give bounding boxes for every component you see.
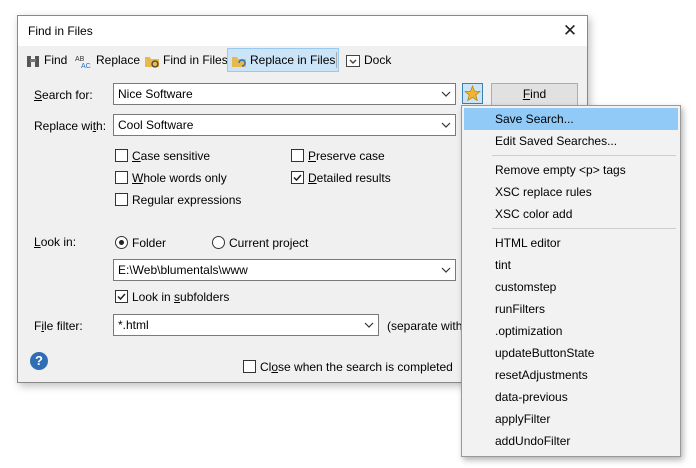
menu-item-customstep[interactable]: customstep bbox=[464, 276, 678, 298]
replace-with-label: Replace with: bbox=[34, 119, 107, 133]
menu-item-addundofilter[interactable]: addUndoFilter bbox=[464, 430, 678, 452]
tab-find[interactable]: Find bbox=[21, 48, 71, 72]
replace-input-value: Cool Software bbox=[118, 118, 194, 132]
toolbar: Find AB AC Replace Find in Files Replace i… bbox=[18, 46, 587, 74]
menu-item-data-previous[interactable]: data-previous bbox=[464, 386, 678, 408]
checkbox-box[interactable] bbox=[291, 149, 304, 162]
chevron-down-icon[interactable] bbox=[440, 263, 452, 277]
checkbox-box[interactable] bbox=[243, 360, 256, 373]
menu-item-updatebuttonstate[interactable]: updateButtonState bbox=[464, 342, 678, 364]
folder-radio[interactable]: Folder bbox=[115, 236, 166, 250]
tab-replace-in-files-label: Replace in Files bbox=[250, 53, 336, 67]
preserve-case-checkbox[interactable]: Preserve case bbox=[291, 149, 385, 163]
tab-replace[interactable]: AB AC Replace bbox=[71, 48, 144, 72]
radio-circle-selected[interactable] bbox=[115, 236, 128, 249]
checkbox-box-checked[interactable] bbox=[291, 171, 304, 184]
detailed-results-checkbox[interactable]: Detailed results bbox=[291, 171, 391, 185]
look-in-label: Look in: bbox=[34, 235, 77, 249]
tab-find-label: Find bbox=[44, 53, 68, 67]
tab-dock-label: Dock bbox=[364, 53, 392, 67]
menu-item-save-search[interactable]: Save Search... bbox=[464, 108, 678, 130]
chevron-down-icon[interactable] bbox=[440, 118, 452, 132]
tab-find-in-files-label: Find in Files bbox=[163, 53, 228, 67]
file-filter-input[interactable]: *.html bbox=[113, 314, 379, 336]
saved-searches-menu: Save Search... Edit Saved Searches... Re… bbox=[461, 105, 681, 457]
folder-replace-icon bbox=[232, 56, 246, 67]
regex-checkbox[interactable]: Regular expressions bbox=[115, 193, 241, 207]
replace-icon: ABAC bbox=[75, 56, 91, 70]
svg-text:AB: AB bbox=[75, 56, 85, 63]
dock-icon bbox=[346, 54, 360, 67]
file-filter-hint: (separate with bbox=[387, 319, 463, 333]
menu-item-runfilters[interactable]: runFilters bbox=[464, 298, 678, 320]
menu-item-optimization[interactable]: .optimization bbox=[464, 320, 678, 342]
tab-find-in-files[interactable]: Find in Files bbox=[140, 48, 232, 72]
checkbox-box-checked[interactable] bbox=[115, 290, 128, 303]
menu-separator bbox=[492, 228, 676, 229]
menu-item-tint[interactable]: tint bbox=[464, 254, 678, 276]
tab-replace-label: Replace bbox=[96, 53, 141, 67]
menu-item-remove-empty-p-tags[interactable]: Remove empty <p> tags bbox=[464, 159, 678, 181]
menu-item-xsc-replace-rules[interactable]: XSC replace rules bbox=[464, 181, 678, 203]
menu-separator bbox=[492, 155, 676, 156]
radio-circle[interactable] bbox=[212, 236, 225, 249]
search-input-value: Nice Software bbox=[118, 87, 193, 101]
chevron-down-icon[interactable] bbox=[363, 318, 375, 332]
look-in-subfolders-checkbox[interactable]: Look in subfolders bbox=[115, 290, 229, 304]
whole-words-checkbox[interactable]: Whole words only bbox=[115, 171, 227, 185]
chevron-down-icon[interactable] bbox=[440, 87, 452, 101]
checkbox-box[interactable] bbox=[115, 149, 128, 162]
svg-text:AC: AC bbox=[81, 63, 91, 69]
saved-searches-button[interactable] bbox=[462, 83, 483, 104]
binoculars-icon bbox=[27, 55, 39, 67]
find-button[interactable]: Find bbox=[491, 83, 578, 106]
close-when-done-checkbox[interactable]: Close when the search is completed bbox=[243, 360, 453, 374]
checkmark-icon bbox=[293, 174, 302, 182]
menu-item-edit-saved-searches[interactable]: Edit Saved Searches... bbox=[464, 130, 678, 152]
file-filter-input-value: *.html bbox=[118, 318, 149, 332]
tab-replace-in-files[interactable]: Replace in Files bbox=[227, 48, 340, 72]
replace-input[interactable]: Cool Software bbox=[113, 114, 456, 136]
menu-item-html-editor[interactable]: HTML editor bbox=[464, 232, 678, 254]
star-icon bbox=[464, 85, 481, 102]
title-bar: Find in Files ✕ bbox=[18, 16, 587, 46]
path-input-value: E:\Web\blumentals\www bbox=[118, 263, 248, 277]
checkbox-box[interactable] bbox=[115, 193, 128, 206]
file-filter-label: File filter: bbox=[34, 319, 83, 333]
close-button[interactable]: ✕ bbox=[553, 16, 587, 46]
window-title: Find in Files bbox=[28, 24, 93, 38]
folder-search-icon bbox=[145, 56, 159, 68]
search-input[interactable]: Nice Software bbox=[113, 83, 456, 105]
menu-item-resetadjustments[interactable]: resetAdjustments bbox=[464, 364, 678, 386]
checkbox-box[interactable] bbox=[115, 171, 128, 184]
help-button[interactable]: ? bbox=[30, 352, 48, 370]
path-input[interactable]: E:\Web\blumentals\www bbox=[113, 259, 456, 281]
menu-item-xsc-color-add[interactable]: XSC color add bbox=[464, 203, 678, 225]
case-sensitive-checkbox[interactable]: Case sensitive bbox=[115, 149, 210, 163]
tab-dock[interactable]: Dock bbox=[341, 48, 395, 72]
search-for-label: Search for: bbox=[34, 88, 93, 102]
toolbar-divider bbox=[336, 52, 337, 68]
checkmark-icon bbox=[117, 293, 126, 301]
menu-item-applyfilter[interactable]: applyFilter bbox=[464, 408, 678, 430]
current-project-radio[interactable]: Current project bbox=[212, 236, 308, 250]
